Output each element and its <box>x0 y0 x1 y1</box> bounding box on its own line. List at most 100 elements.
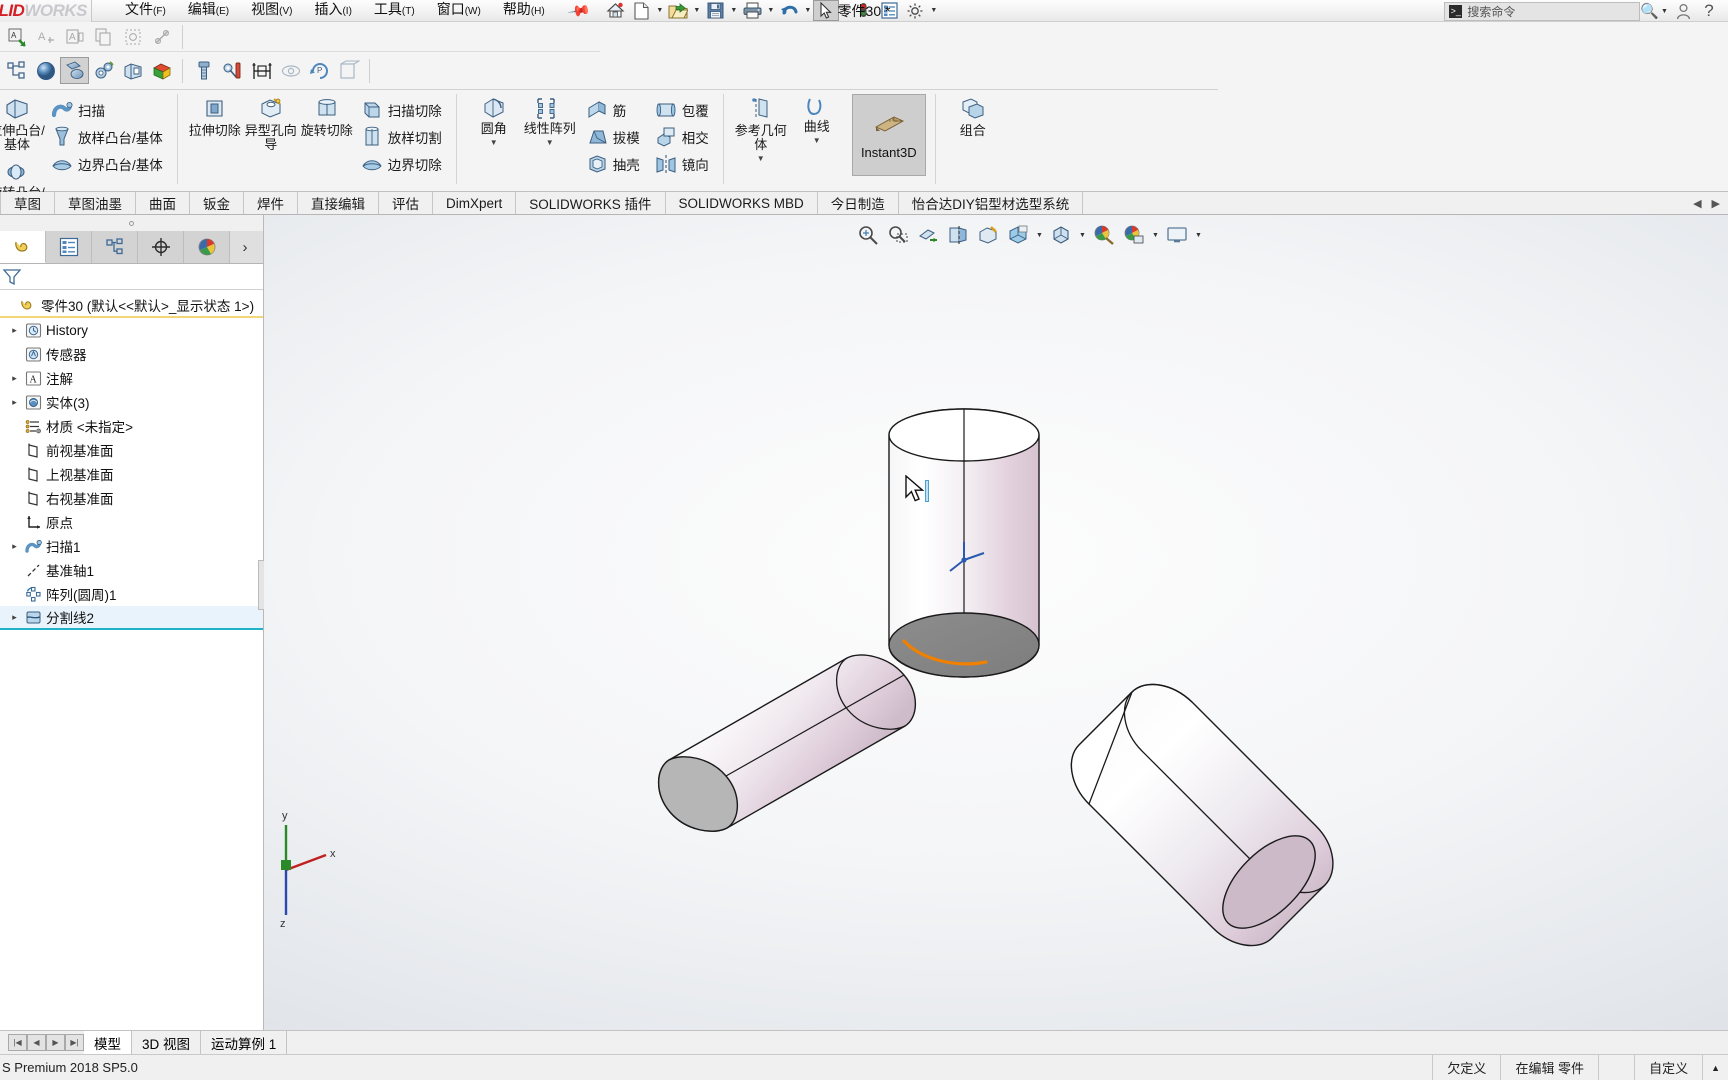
pin-icon[interactable]: 📌 <box>566 0 592 23</box>
menu-file[interactable]: 文件(F) <box>114 0 177 22</box>
undo-caret[interactable]: ▼ <box>802 7 813 14</box>
pattern-driven-icon[interactable]: P <box>305 57 334 84</box>
tab-direct-editing[interactable]: 直接编辑 <box>298 192 379 214</box>
gear-feature-icon[interactable] <box>89 57 118 84</box>
menu-edit[interactable]: 编辑(E) <box>177 0 240 22</box>
open-folder-icon[interactable] <box>665 0 691 21</box>
instant3d-toggle-button[interactable]: Instant3D <box>851 94 926 176</box>
bottom-tab-model[interactable]: 模型 <box>84 1030 132 1055</box>
status-expand-icon[interactable]: ▲ <box>1702 1054 1728 1080</box>
lofted-boss-button[interactable]: 放样凸台/基体 <box>49 124 168 150</box>
curves-button[interactable]: 曲线 <box>789 92 845 134</box>
configuration-manager-tab[interactable] <box>92 231 138 263</box>
copy-entities-icon[interactable] <box>89 23 118 50</box>
dimxpert-manager-tab[interactable] <box>138 231 184 263</box>
tree-node-origin[interactable]: ▸ 原点 <box>0 510 263 534</box>
graphics-viewport[interactable]: ▼ ▼ ▼ ▼ y x z <box>264 215 1728 1030</box>
sphere-shaded-icon[interactable] <box>31 57 60 84</box>
next-icon[interactable]: ▶ <box>46 1034 65 1051</box>
search-caret[interactable]: ▼ <box>1659 8 1670 15</box>
home-icon[interactable] <box>602 0 628 21</box>
display-manager-tab[interactable] <box>184 231 230 263</box>
add-dimension-icon[interactable]: A <box>31 23 60 50</box>
appearance-icon[interactable] <box>147 57 176 84</box>
tab-yihe-diy-aluminum[interactable]: 怡合达DIY铝型材选型系统 <box>898 192 1084 214</box>
tree-node-right-plane[interactable]: ▸ 右视基准面 <box>0 486 263 510</box>
bottom-tab-3d-views[interactable]: 3D 视图 <box>132 1030 202 1055</box>
reference-geometry-button[interactable]: 参考几何体 <box>733 92 789 152</box>
panel-tab-more-icon[interactable]: › <box>230 231 260 263</box>
tree-arrow[interactable]: ▸ <box>8 325 21 336</box>
rib-button[interactable]: 筋 <box>584 97 645 123</box>
new-document-caret[interactable]: ▼ <box>654 7 665 14</box>
cylinder-lower-left[interactable] <box>658 654 916 832</box>
bolt-fastener-icon[interactable] <box>189 57 218 84</box>
menu-window[interactable]: 窗口(W) <box>426 0 492 22</box>
open-folder-caret[interactable]: ▼ <box>691 7 702 14</box>
options-gear-icon[interactable] <box>902 0 928 21</box>
linear-pattern-dropdown-caret[interactable]: ▼ <box>546 138 554 147</box>
dimxpert-icon[interactable] <box>247 57 276 84</box>
instant3d-toggle-icon[interactable] <box>60 57 89 84</box>
options-caret[interactable]: ▼ <box>928 7 939 14</box>
feature-tree-filter[interactable] <box>0 264 263 290</box>
toolbox-icon[interactable] <box>218 57 247 84</box>
tab-evaluate[interactable]: 评估 <box>379 192 433 214</box>
draft-button[interactable]: 拔模 <box>584 124 645 150</box>
property-manager-tab[interactable] <box>46 231 92 263</box>
pattern-icon[interactable] <box>118 23 147 50</box>
menu-help[interactable]: 帮助(H) <box>492 0 556 22</box>
linear-pattern-button[interactable]: 线性阵列 <box>522 92 578 136</box>
save-caret[interactable]: ▼ <box>728 7 739 14</box>
tree-node-sweep1[interactable]: ▸ 扫描1 <box>0 534 263 558</box>
undo-icon[interactable] <box>776 0 802 21</box>
feature-tree-icon[interactable] <box>2 57 31 84</box>
tree-node-top-plane[interactable]: ▸ 上视基准面 <box>0 462 263 486</box>
tab-sketch-ink[interactable]: 草图油墨 <box>55 192 136 214</box>
tree-node-material[interactable]: ▸ 材质 <未指定> <box>0 414 263 438</box>
intersect-button[interactable]: 相交 <box>653 124 714 150</box>
sketch-relation-icon[interactable] <box>147 23 176 50</box>
tree-node-circular-pattern1[interactable]: ▸ 阵列(圆周)1 <box>0 582 263 606</box>
select-cursor-caret[interactable]: ▼ <box>839 7 850 14</box>
swept-boss-button[interactable]: 扫描 <box>49 97 168 123</box>
tree-node-axis1[interactable]: ▸ 基准轴1 <box>0 558 263 582</box>
tabstrip-scroll-left-icon[interactable]: ◀ <box>1689 197 1705 210</box>
edit-sketch-icon[interactable]: A <box>2 23 31 50</box>
tree-arrow[interactable]: ▸ <box>8 373 21 384</box>
tree-node-sensors[interactable]: ▸ 传感器 <box>0 342 263 366</box>
tree-node-front-plane[interactable]: ▸ 前视基准面 <box>0 438 263 462</box>
model-geometry[interactable]: y x z <box>264 215 1728 1030</box>
search-input[interactable]: >_ 搜索命令 <box>1444 1 1641 21</box>
tab-weldments[interactable]: 焊件 <box>244 192 298 214</box>
tab-surfaces[interactable]: 曲面 <box>136 192 190 214</box>
hole-wizard-button[interactable]: 异型孔向导 <box>243 92 299 152</box>
panel-resize-handle[interactable] <box>0 215 263 231</box>
mirror-button[interactable]: 镜向 <box>653 151 714 177</box>
tree-arrow[interactable]: ▸ <box>8 541 21 552</box>
boundary-cut-button[interactable]: 边界切除 <box>359 151 447 177</box>
status-custom[interactable]: 自定义 <box>1634 1054 1702 1080</box>
tree-node-history[interactable]: ▸ History <box>0 318 263 342</box>
fillet-button[interactable]: 圆角 <box>466 92 522 136</box>
save-icon[interactable] <box>702 0 728 21</box>
tab-solidworks-mbd[interactable]: SOLIDWORKS MBD <box>665 192 818 214</box>
tree-node-solid-bodies[interactable]: ▸ 实体(3) <box>0 390 263 414</box>
fillet-dropdown-caret[interactable]: ▼ <box>490 138 498 147</box>
extrude-wizard-icon[interactable] <box>118 57 147 84</box>
help-question-icon[interactable]: ? <box>1696 1 1722 22</box>
smart-dimension-icon[interactable]: A <box>60 23 89 50</box>
tree-node-part-root[interactable]: ▸ 零件30 (默认<<默认>_显示状态 1>) <box>0 293 263 318</box>
tab-dimxpert[interactable]: DimXpert <box>433 192 517 214</box>
menu-view[interactable]: 视图(V) <box>240 0 303 22</box>
new-document-icon[interactable] <box>628 0 654 21</box>
extruded-boss-button[interactable]: 拉伸凸台/基体 <box>0 92 45 152</box>
menu-tools[interactable]: 工具(T) <box>363 0 426 22</box>
boundary-boss-button[interactable]: 边界凸台/基体 <box>49 151 168 177</box>
reference-geometry-dropdown-caret[interactable]: ▼ <box>757 154 765 163</box>
magnifier-icon[interactable]: 🔍 <box>1640 2 1659 20</box>
tab-solidworks-addins[interactable]: SOLIDWORKS 插件 <box>516 192 666 214</box>
wrap-button[interactable]: 包覆 <box>653 97 714 123</box>
rebuild-traffic-light-icon[interactable] <box>850 0 876 21</box>
tabstrip-scroll-right-icon[interactable]: ▶ <box>1708 197 1724 210</box>
